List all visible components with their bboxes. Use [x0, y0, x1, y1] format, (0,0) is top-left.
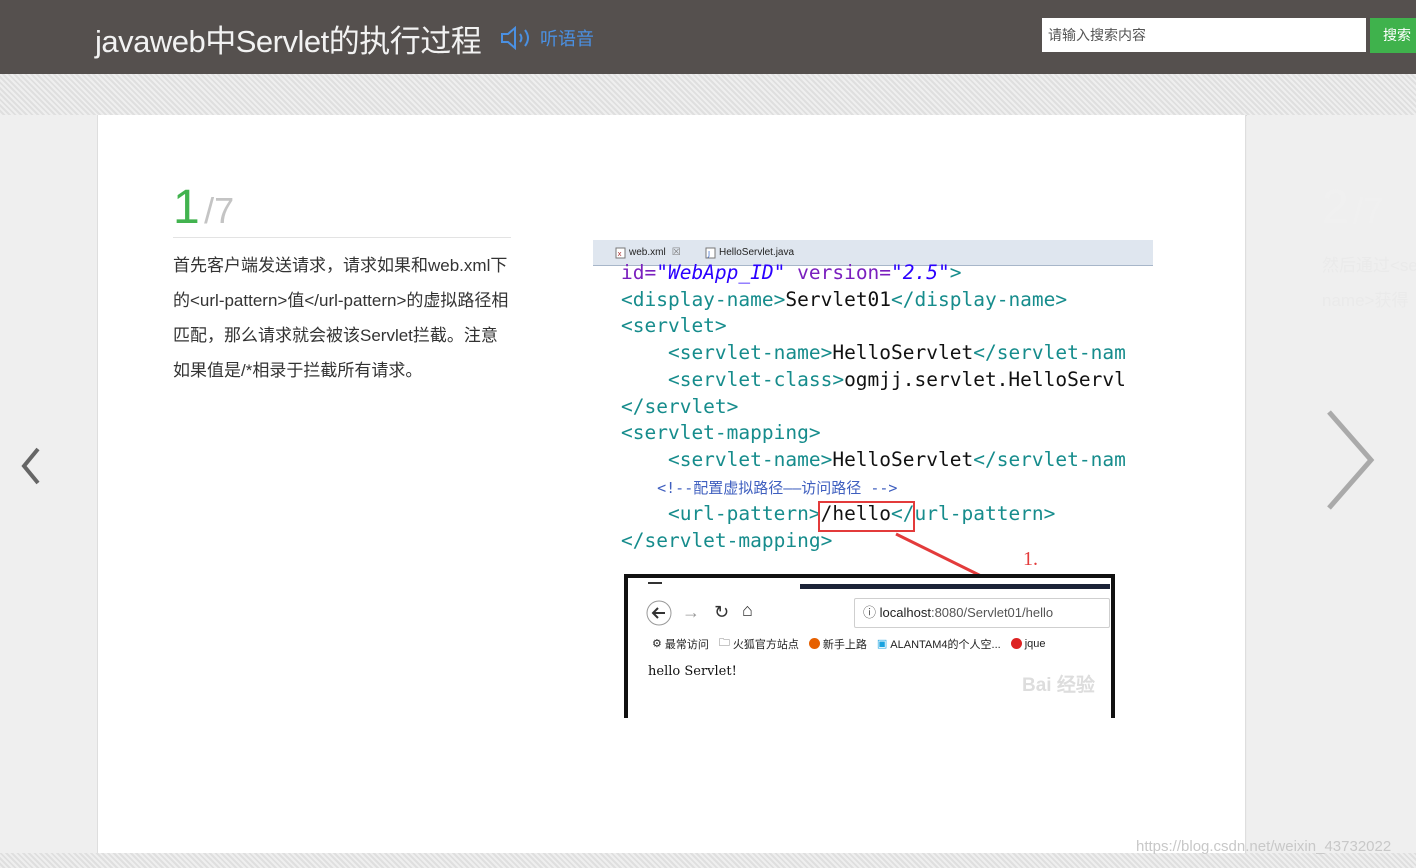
home-icon[interactable]: ⌂ [742, 600, 753, 621]
csdn-watermark: https://blog.csdn.net/weixin_43732022 [1136, 838, 1392, 855]
xml-file-icon: x [615, 247, 626, 259]
code-line: <servlet> [621, 314, 727, 338]
header-bar: javaweb中Servlet的执行过程 听语音 搜索 [0, 0, 1416, 74]
svg-text:x: x [618, 250, 622, 258]
code-line: <servlet-class>ogmjj.servlet.HelloServl [621, 367, 1126, 391]
bookmarks-bar: ⚙ 最常访问 🗀 火狐官方站点 新手上路 ▣ ALANTAM4的个人空... jque [652, 634, 1046, 653]
texture-strip-bottom [0, 853, 1416, 868]
code-line: id="WebApp_ID" version="2.5"> [621, 261, 962, 284]
url-host: localhost [879, 605, 931, 620]
code-line: </servlet> [621, 394, 739, 418]
listen-label: 听语音 [540, 29, 594, 49]
step-divider [173, 237, 511, 238]
code-line: <servlet-name>HelloServlet</servlet-nam [621, 341, 1126, 365]
next-step-counter: 2 /7 [1322, 180, 1383, 235]
search-input[interactable] [1042, 18, 1366, 52]
highlight-box [818, 501, 915, 532]
browser-window: → ↻ ⌂ ⓘ localhost:8080/Servlet01/hello ⚙… [624, 574, 1115, 718]
browser-page-text: hello Servlet! [648, 664, 737, 679]
menu-icon [648, 582, 662, 584]
firefox-icon [808, 638, 820, 649]
code-comment: <!--配置虚拟路径——访问路径 --> [621, 478, 898, 497]
url-path: :8080/Servlet01/hello [930, 605, 1054, 620]
bilibili-icon: ▣ [876, 638, 888, 650]
reload-icon[interactable]: ↻ [714, 602, 729, 623]
url-bar[interactable]: ⓘ localhost:8080/Servlet01/hello [854, 598, 1110, 628]
next-step-current: 2 [1322, 181, 1349, 234]
step-counter: 1 /7 [173, 180, 234, 235]
java-file-icon: J [705, 247, 716, 259]
listen-audio-button[interactable]: 听语音 [500, 25, 594, 51]
tab-strip [800, 584, 1110, 589]
next-step-description: 然后通过<se name>获得 [1322, 256, 1416, 310]
gear-icon: ⚙ [652, 638, 662, 650]
code-line: <display-name>Servlet01</display-name> [621, 287, 1068, 311]
jquery-icon [1010, 638, 1022, 649]
bookmark-item[interactable]: ▣ ALANTAM4的个人空... [877, 634, 1001, 653]
bookmark-item[interactable]: 🗀 火狐官方站点 [719, 634, 799, 653]
prev-arrow-icon[interactable] [18, 446, 44, 486]
bookmark-item[interactable]: 新手上路 [808, 634, 867, 653]
svg-text:J: J [707, 250, 710, 258]
texture-strip [0, 74, 1416, 116]
next-step-total: /7 [1353, 190, 1384, 231]
next-arrow-icon[interactable] [1322, 408, 1378, 512]
left-gutter [0, 115, 97, 853]
bookmark-item[interactable]: ⚙ 最常访问 [652, 634, 709, 653]
code-line: <servlet-name>HelloServlet</servlet-nam [621, 447, 1126, 471]
search-button[interactable]: 搜索 [1370, 18, 1416, 53]
step-description: 首先客户端发送请求，请求如果和web.xml下的<url-pattern>值</… [173, 256, 509, 380]
browser-titlebar [628, 578, 1111, 592]
forward-icon[interactable]: → [682, 602, 700, 623]
code-line: <servlet-mapping> [621, 421, 821, 445]
back-icon[interactable] [646, 600, 672, 631]
page-title: javaweb中Servlet的执行过程 [95, 24, 482, 59]
step-current: 1 [173, 181, 200, 234]
folder-icon: 🗀 [718, 637, 730, 649]
speaker-icon [501, 26, 529, 50]
baidu-watermark-logo: Bai 经验 [1022, 675, 1095, 696]
info-icon: ⓘ [863, 605, 877, 620]
annotation-label: 1. [1023, 548, 1038, 570]
code-line: </servlet-mapping> [621, 529, 833, 553]
bookmark-item[interactable]: jque [1010, 634, 1046, 653]
step-total: /7 [204, 190, 235, 231]
